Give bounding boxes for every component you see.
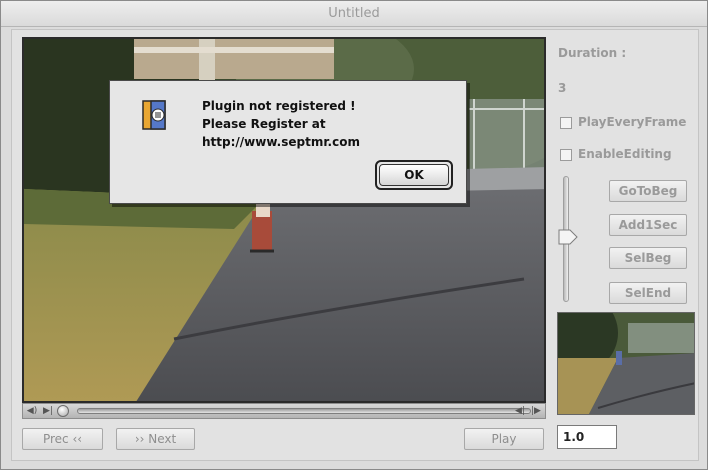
- play-icon[interactable]: ▶|: [41, 405, 55, 417]
- window-title: Untitled: [328, 6, 380, 21]
- ok-button-ring: OK: [375, 160, 453, 190]
- rate-field[interactable]: 1.0: [557, 425, 617, 449]
- next-button[interactable]: ›› Next: [116, 428, 195, 450]
- play-button[interactable]: Play: [464, 428, 544, 450]
- dialog-message-line-2: Please Register at: [202, 117, 326, 131]
- step-back-icon[interactable]: ◀|: [513, 405, 527, 417]
- add-1-sec-button[interactable]: Add1Sec: [609, 214, 687, 236]
- thumbnail-image: [558, 313, 694, 414]
- dialog-message-line-3: http://www.septmr.com: [202, 135, 360, 149]
- duration-label: Duration :: [558, 46, 627, 60]
- go-to-beg-button[interactable]: GoToBeg: [609, 180, 687, 202]
- sel-end-button[interactable]: SelEnd: [609, 282, 687, 304]
- vertical-slider-thumb[interactable]: [558, 229, 578, 245]
- prev-button[interactable]: Prec ‹‹: [22, 428, 103, 450]
- enable-editing-label[interactable]: EnableEditing: [578, 147, 672, 161]
- timeline-thumb[interactable]: [57, 405, 69, 417]
- timeline-track[interactable]: [77, 408, 531, 414]
- title-bar[interactable]: Untitled: [1, 1, 707, 27]
- play-every-frame-checkbox[interactable]: [560, 117, 572, 129]
- dialog-message: Plugin not registered ! Please Register …: [202, 97, 452, 151]
- alert-dialog: Plugin not registered ! Please Register …: [109, 80, 467, 204]
- enable-editing-checkbox[interactable]: [560, 149, 572, 161]
- sel-beg-button[interactable]: SelBeg: [609, 247, 687, 269]
- play-every-frame-label[interactable]: PlayEveryFrame: [578, 115, 686, 129]
- step-forward-icon[interactable]: |▶: [529, 405, 543, 417]
- movie-controller: ◀) ▶| ◀| |▶: [22, 403, 546, 419]
- dialog-message-line-1: Plugin not registered !: [202, 99, 356, 113]
- ok-button[interactable]: OK: [379, 164, 449, 186]
- duration-value: 3: [558, 81, 567, 95]
- volume-icon[interactable]: ◀): [25, 405, 39, 417]
- plugin-alert-icon: [142, 100, 166, 130]
- preview-thumbnail: [557, 312, 695, 415]
